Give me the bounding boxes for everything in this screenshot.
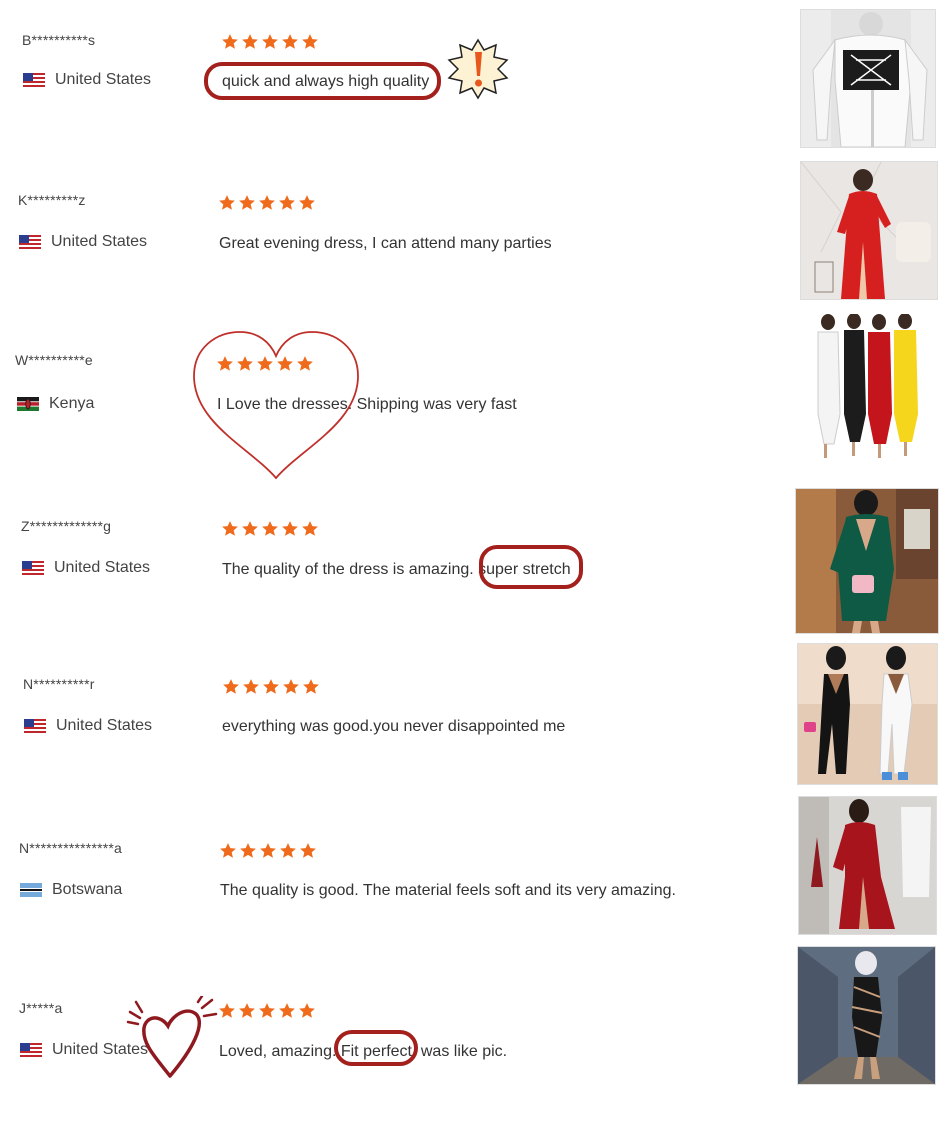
- review-text: Great evening dress, I can attend many p…: [219, 235, 552, 252]
- star-icon: [303, 679, 319, 694]
- reviewer-country: United States: [23, 71, 151, 89]
- star-icon: [280, 843, 296, 858]
- star-icon: [299, 1003, 315, 1018]
- hand-drawn-heart-icon: [126, 996, 218, 1078]
- review-item: N**********r United States everything wa…: [0, 642, 950, 792]
- reviewer-name: W**********e: [15, 352, 93, 368]
- exclamation-burst-icon: [447, 38, 509, 100]
- star-icon: [279, 1003, 295, 1018]
- us-flag-icon: [19, 235, 41, 249]
- star-icon: [240, 843, 256, 858]
- star-icon: [219, 195, 235, 210]
- us-flag-icon: [24, 719, 46, 733]
- star-rating: [221, 33, 319, 51]
- review-photo[interactable]: [808, 314, 933, 461]
- heart-outline-icon: [193, 331, 359, 480]
- review-photo[interactable]: [795, 488, 939, 634]
- reviewer-name: K*********z: [18, 192, 86, 208]
- star-icon: [302, 521, 318, 536]
- reviewer-name: B**********s: [22, 32, 96, 48]
- star-icon: [222, 34, 238, 49]
- star-icon: [242, 521, 258, 536]
- star-rating: [221, 520, 319, 538]
- botswana-flag-icon: [20, 883, 42, 897]
- review-text: The quality is good. The material feels …: [220, 882, 676, 899]
- star-icon: [283, 679, 299, 694]
- country-name: Botswana: [52, 881, 123, 898]
- review-item: N***************a Botswana The quality i…: [0, 796, 950, 946]
- country-name: United States: [54, 559, 151, 576]
- star-icon: [222, 521, 238, 536]
- highlight-circle: [204, 62, 441, 100]
- reviewer-country: Kenya: [17, 395, 94, 413]
- country-name: United States: [55, 71, 152, 88]
- star-icon: [262, 34, 278, 49]
- star-icon: [279, 195, 295, 210]
- review-photo[interactable]: [798, 796, 937, 935]
- reviewer-name: J*****a: [19, 1000, 63, 1016]
- us-flag-icon: [22, 561, 44, 575]
- reviewer-name: N**********r: [23, 676, 95, 692]
- star-icon: [263, 679, 279, 694]
- review-photo[interactable]: [797, 643, 938, 785]
- country-name: Kenya: [49, 395, 95, 412]
- star-icon: [259, 195, 275, 210]
- kenya-flag-icon: [17, 397, 39, 411]
- star-rating: [222, 678, 320, 696]
- highlight-circle: [479, 545, 583, 589]
- star-icon: [223, 679, 239, 694]
- us-flag-icon: [20, 1043, 42, 1057]
- review-photo[interactable]: [797, 946, 936, 1085]
- reviewer-name: Z*************g: [21, 518, 112, 534]
- review-item: W**********e Kenya I Love the dresses. S…: [0, 314, 950, 480]
- highlight-circle: [334, 1030, 418, 1066]
- star-icon: [282, 521, 298, 536]
- star-icon: [239, 195, 255, 210]
- star-rating: [218, 194, 316, 212]
- country-name: United States: [51, 233, 148, 250]
- reviewer-country: United States: [19, 233, 147, 251]
- star-icon: [282, 34, 298, 49]
- review-item: J*****a United States Loved, amazing. Fi…: [0, 946, 950, 1096]
- review-item: K*********z United States Great evening …: [0, 160, 950, 310]
- country-name: United States: [56, 717, 153, 734]
- star-icon: [262, 521, 278, 536]
- reviewer-country: United States: [24, 717, 152, 735]
- reviewer-country: Botswana: [20, 881, 122, 899]
- star-icon: [260, 843, 276, 858]
- us-flag-icon: [23, 73, 45, 87]
- star-icon: [243, 679, 259, 694]
- star-icon: [300, 843, 316, 858]
- star-icon: [242, 34, 258, 49]
- star-icon: [239, 1003, 255, 1018]
- review-item: B**********s United States quick and alw…: [0, 0, 950, 150]
- star-icon: [220, 843, 236, 858]
- review-text: everything was good.you never disappoint…: [222, 718, 566, 735]
- reviewer-name: N***************a: [19, 840, 123, 856]
- star-icon: [299, 195, 315, 210]
- review-photo[interactable]: [800, 9, 936, 148]
- star-icon: [219, 1003, 235, 1018]
- star-icon: [302, 34, 318, 49]
- review-photo[interactable]: [800, 161, 938, 300]
- star-rating: [218, 1002, 316, 1020]
- star-icon: [259, 1003, 275, 1018]
- reviewer-country: United States: [22, 559, 150, 577]
- star-rating: [219, 842, 317, 860]
- review-item: Z*************g United States The qualit…: [0, 484, 950, 634]
